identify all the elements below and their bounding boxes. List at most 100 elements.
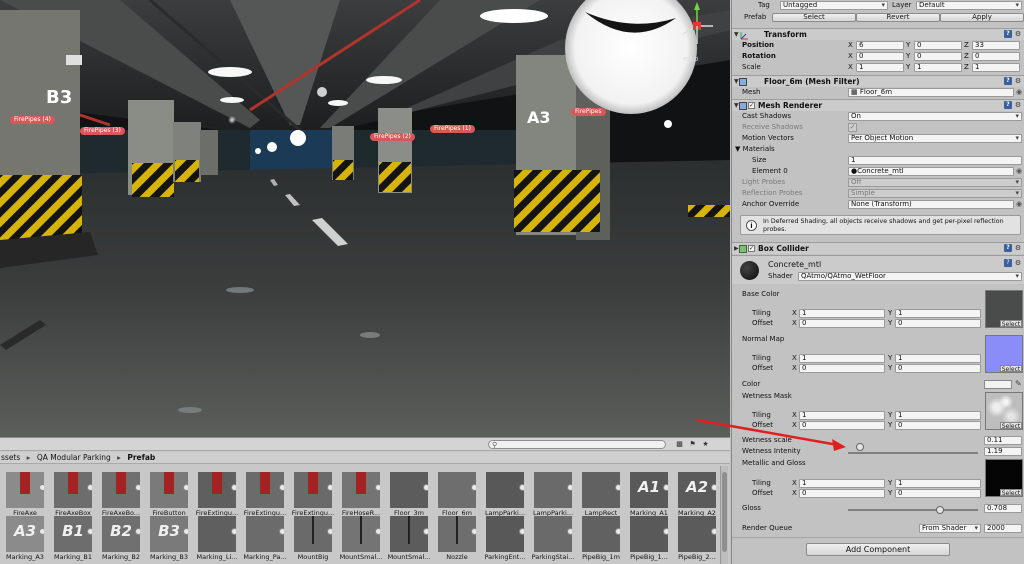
transform-scale-y-field[interactable]: 1 xyxy=(914,63,962,72)
asset-item[interactable]: B3 Marking_B3 xyxy=(146,516,192,561)
axis-y-label[interactable]: Y xyxy=(888,364,892,372)
axis-x-label[interactable]: X xyxy=(848,40,853,51)
color-swatch[interactable] xyxy=(984,380,1012,389)
prefab-expand-icon[interactable] xyxy=(711,528,716,535)
prefab-expand-icon[interactable] xyxy=(279,484,284,491)
firepipe-label[interactable]: FirePipes (2) xyxy=(370,133,415,141)
prefab-expand-icon[interactable] xyxy=(471,484,476,491)
wetness-intensity-slider[interactable] xyxy=(848,452,978,454)
axis-x-label[interactable]: X xyxy=(848,51,853,62)
normal-map-offset-x-field[interactable]: 0 xyxy=(799,364,885,373)
gear-icon[interactable]: ⚙ xyxy=(1014,244,1022,252)
reflection-probes-dropdown[interactable]: Simple xyxy=(848,189,1022,198)
axis-y-label[interactable]: Y xyxy=(888,411,892,419)
prefab-expand-icon[interactable] xyxy=(471,528,476,535)
firepipe-label[interactable]: FirePipes (3) xyxy=(80,127,125,135)
asset-item[interactable]: FireAxeBo... xyxy=(98,472,144,517)
axis-y-label[interactable]: Y xyxy=(906,62,910,73)
asset-item[interactable]: LampParki... xyxy=(482,472,528,517)
mesh-field[interactable]: ▦ Floor_6m xyxy=(848,88,1014,97)
materials-size-field[interactable]: 1 xyxy=(848,156,1022,165)
axis-x-label[interactable]: X xyxy=(792,421,797,429)
gloss-slider[interactable] xyxy=(848,509,978,511)
asset-item[interactable]: B1 Marking_B1 xyxy=(50,516,96,561)
breadcrumb-item[interactable]: QA Modular Parking xyxy=(37,453,111,462)
collapse-arrow-icon[interactable]: ▼ xyxy=(734,29,739,40)
anchor-override-field[interactable]: None (Transform) xyxy=(848,200,1014,209)
cast-shadows-dropdown[interactable]: On xyxy=(848,112,1022,121)
material-header[interactable]: Concrete_mtl Shader QAtmo/QAtmo_WetFloor… xyxy=(732,255,1024,284)
prefab-expand-icon[interactable] xyxy=(183,528,188,535)
metallic-gloss-tiling-y-field[interactable]: 1 xyxy=(895,479,981,488)
help-icon[interactable]: ? xyxy=(1004,30,1012,38)
base-color-tiling-x-field[interactable]: 1 xyxy=(799,309,885,318)
wetness-mask-offset-y-field[interactable]: 0 xyxy=(895,421,981,430)
wetness-intensity-field[interactable]: 1.19 xyxy=(984,447,1022,456)
axis-y-label[interactable]: Y xyxy=(888,319,892,327)
prefab-expand-icon[interactable] xyxy=(711,484,716,491)
axis-x-label[interactable]: X xyxy=(792,479,797,487)
asset-item[interactable]: A1 Marking_A1 xyxy=(626,472,672,517)
normal-map-offset-y-field[interactable]: 0 xyxy=(895,364,981,373)
axis-x-label[interactable]: X xyxy=(792,364,797,372)
prefab-expand-icon[interactable] xyxy=(135,528,140,535)
box-collider-header[interactable]: ▶ ✓ Box Collider ? ⚙ xyxy=(732,242,1024,254)
transform-scale-x-field[interactable]: 1 xyxy=(856,63,904,72)
asset-item[interactable]: PipeBig_1... xyxy=(626,516,672,561)
prefab-expand-icon[interactable] xyxy=(327,484,332,491)
wetness-scale-field[interactable]: 0.11 xyxy=(984,436,1022,445)
axis-y-label[interactable]: Y xyxy=(888,354,892,362)
asset-item[interactable]: Floor_6m xyxy=(434,472,480,517)
object-picker-icon[interactable]: ◉ xyxy=(1016,87,1022,98)
axis-y-label[interactable]: Y xyxy=(888,479,892,487)
wetness-mask-tiling-y-field[interactable]: 1 xyxy=(895,411,981,420)
gear-icon[interactable]: ⚙ xyxy=(1014,77,1022,85)
shader-dropdown[interactable]: QAtmo/QAtmo_WetFloor xyxy=(798,272,1022,281)
axis-x-label[interactable]: X xyxy=(792,354,797,362)
eyedropper-icon[interactable]: ✎ xyxy=(1015,379,1022,388)
asset-item[interactable]: Marking_Pa... xyxy=(242,516,288,561)
transform-header[interactable]: ▼ Transform ? ⚙ xyxy=(732,28,1024,40)
base-color-texture-slot[interactable]: Select xyxy=(985,290,1023,328)
render-queue-field[interactable]: 2000 xyxy=(984,524,1022,533)
asset-item[interactable]: Floor_3m xyxy=(386,472,432,517)
base-color-tiling-y-field[interactable]: 1 xyxy=(895,309,981,318)
render-queue-mode-dropdown[interactable]: From Shader xyxy=(919,524,981,533)
prefab-expand-icon[interactable] xyxy=(39,484,44,491)
transform-rotation-z-field[interactable]: 0 xyxy=(972,52,1020,61)
wetness-mask-offset-x-field[interactable]: 0 xyxy=(799,421,885,430)
gear-icon[interactable]: ⚙ xyxy=(1014,101,1022,109)
prefab-expand-icon[interactable] xyxy=(327,528,332,535)
metallic-gloss-tiling-x-field[interactable]: 1 xyxy=(799,479,885,488)
layer-dropdown[interactable]: Default xyxy=(916,1,1022,10)
axis-x-label[interactable]: X xyxy=(792,411,797,419)
transform-scale-z-field[interactable]: 1 xyxy=(972,63,1020,72)
asset-item[interactable]: FireExtingu... xyxy=(194,472,240,517)
transform-rotation-x-field[interactable]: 0 xyxy=(856,52,904,61)
prefab-expand-icon[interactable] xyxy=(423,484,428,491)
firepipe-label[interactable]: FirePipes (1) xyxy=(430,125,475,133)
texture-select-button[interactable]: Select xyxy=(1000,422,1022,430)
asset-item[interactable]: MountSmal... xyxy=(386,516,432,561)
prefab-expand-icon[interactable] xyxy=(567,484,572,491)
asset-item[interactable]: LampParki... xyxy=(530,472,576,517)
enabled-checkbox[interactable]: ✓ xyxy=(748,102,755,109)
light-probes-dropdown[interactable]: Off xyxy=(848,178,1022,187)
lock-icon[interactable]: ★ xyxy=(701,440,710,449)
texture-select-button[interactable]: Select xyxy=(1000,320,1022,328)
gear-icon[interactable]: ⚙ xyxy=(1014,259,1022,267)
normal-map-tiling-y-field[interactable]: 1 xyxy=(895,354,981,363)
breadcrumb-item[interactable]: ssets xyxy=(1,453,20,462)
asset-item[interactable]: FireExtingu... xyxy=(290,472,336,517)
asset-item[interactable]: FireExtingu... xyxy=(242,472,288,517)
base-color-offset-x-field[interactable]: 0 xyxy=(799,319,885,328)
gear-icon[interactable]: ⚙ xyxy=(1014,30,1022,38)
motion-vectors-dropdown[interactable]: Per Object Motion xyxy=(848,134,1022,143)
filter-type-icon[interactable]: ▩ xyxy=(675,440,684,449)
collapse-arrow-icon[interactable]: ▼ xyxy=(734,76,739,87)
transform-position-x-field[interactable]: 6 xyxy=(856,41,904,50)
help-icon[interactable]: ? xyxy=(1004,244,1012,252)
axis-y-label[interactable]: Y xyxy=(906,51,910,62)
mesh-filter-header[interactable]: ▼ Floor_6m (Mesh Filter) ? ⚙ xyxy=(732,75,1024,87)
asset-item[interactable]: A3 Marking_A3 xyxy=(2,516,48,561)
